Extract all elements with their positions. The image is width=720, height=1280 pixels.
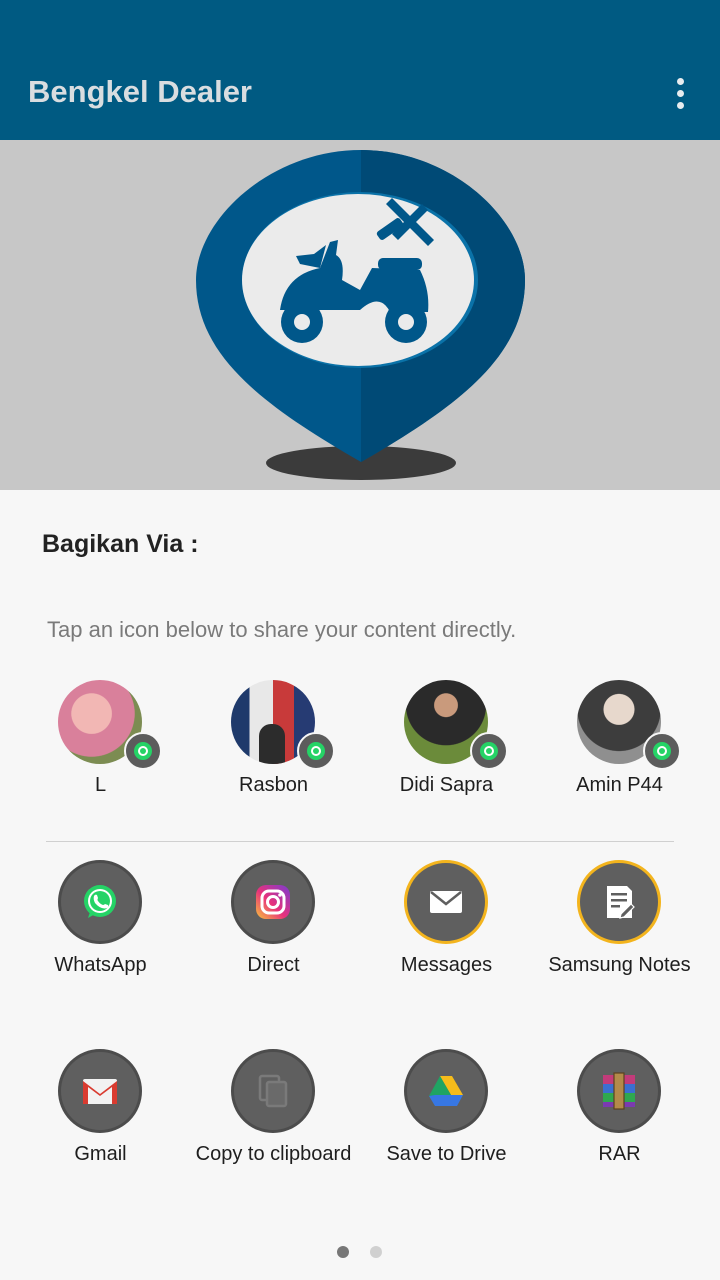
- copy-icon: [258, 1074, 288, 1108]
- whatsapp-icon: [84, 885, 116, 918]
- contact-name: Rasbon: [239, 774, 308, 796]
- app-icon-circle: [577, 860, 661, 944]
- app-label: Messages: [400, 954, 493, 976]
- app-icon-circle: [404, 1049, 488, 1133]
- app-title: Bengkel Dealer: [28, 74, 252, 109]
- app-label: Samsung Notes: [548, 954, 691, 976]
- hero-banner: [0, 140, 720, 490]
- contact-name: Didi Sapra: [399, 774, 494, 796]
- share-app-samsung-notes[interactable]: Samsung Notes: [533, 860, 706, 1010]
- app-icon-circle: [404, 860, 488, 944]
- whatsapp-badge-icon: [297, 732, 335, 770]
- notes-icon: [607, 886, 635, 919]
- instagram-icon: [256, 885, 290, 919]
- share-app-messages[interactable]: Messages: [360, 860, 533, 1010]
- app-icon-circle: [231, 1049, 315, 1133]
- share-app-whatsapp[interactable]: WhatsApp: [14, 860, 187, 1010]
- app-label: Direct: [247, 954, 300, 976]
- app-icon-circle: [58, 860, 142, 944]
- envelope-icon: [430, 891, 462, 913]
- whatsapp-badge-icon: [124, 732, 162, 770]
- app-label: Gmail: [74, 1143, 127, 1165]
- contact-didi-sapra[interactable]: Didi Sapra: [360, 680, 533, 830]
- share-app-gmail[interactable]: Gmail: [14, 1049, 187, 1199]
- share-app-save-to-drive[interactable]: Save to Drive: [360, 1049, 533, 1199]
- share-app-direct[interactable]: Direct: [187, 860, 360, 1010]
- bengkel-logo-icon: [196, 150, 525, 480]
- share-sheet: Bagikan Via : Tap an icon below to share…: [0, 490, 720, 1280]
- app-icon-circle: [58, 1049, 142, 1133]
- more-vert-icon[interactable]: [664, 72, 698, 114]
- pager-dot[interactable]: [370, 1246, 382, 1258]
- share-sheet-subtitle: Tap an icon below to share your content …: [47, 617, 517, 642]
- share-sheet-title: Bagikan Via :: [42, 530, 199, 558]
- whatsapp-badge-icon: [470, 732, 508, 770]
- app-icon-circle: [231, 860, 315, 944]
- divider: [46, 841, 674, 842]
- app-label: Copy to clipboard: [195, 1143, 352, 1165]
- drive-icon: [429, 1076, 463, 1106]
- app-bar: Bengkel Dealer: [0, 0, 720, 140]
- pager-dot-active[interactable]: [337, 1246, 349, 1258]
- gmail-icon: [83, 1079, 117, 1104]
- contact-l[interactable]: L: [14, 680, 187, 830]
- app-label: Save to Drive: [386, 1143, 507, 1165]
- contact-rasbon[interactable]: Rasbon: [187, 680, 360, 830]
- app-label: WhatsApp: [54, 954, 147, 976]
- contact-name: L: [94, 774, 107, 796]
- contact-amin-p44[interactable]: Amin P44: [533, 680, 706, 830]
- share-app-copy-to-clipboard[interactable]: Copy to clipboard: [187, 1049, 360, 1199]
- whatsapp-badge-icon: [643, 732, 681, 770]
- rar-icon: [603, 1072, 635, 1110]
- app-label: RAR: [598, 1143, 641, 1165]
- contact-name: Amin P44: [576, 774, 663, 796]
- share-app-rar[interactable]: RAR: [533, 1049, 706, 1199]
- app-icon-circle: [577, 1049, 661, 1133]
